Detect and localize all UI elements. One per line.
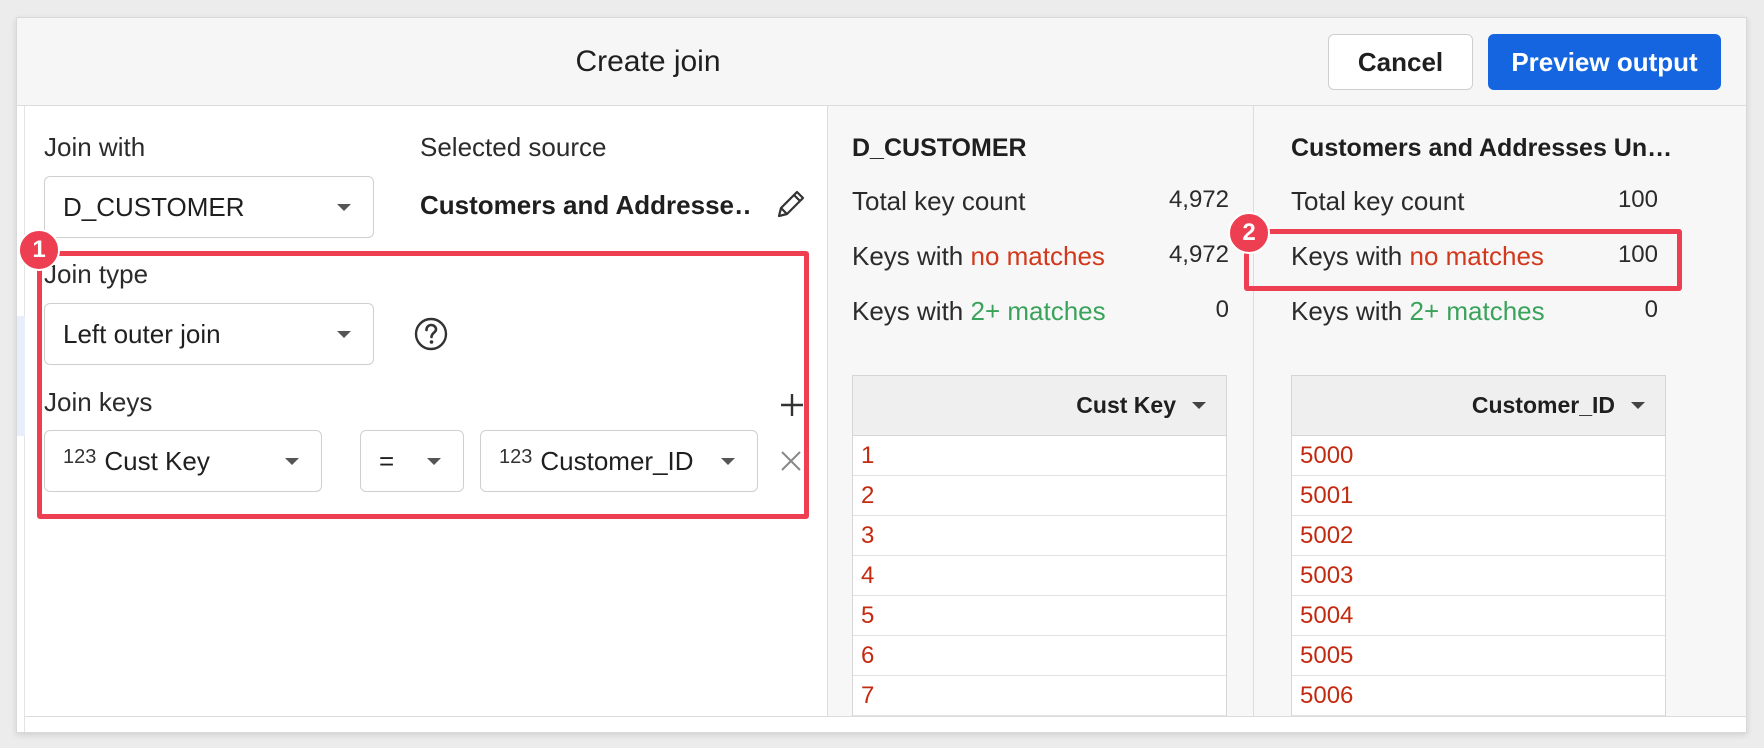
- annotation-badge-1: 1: [18, 229, 60, 271]
- table-row: 1: [853, 436, 1226, 476]
- cancel-button[interactable]: Cancel: [1328, 34, 1473, 90]
- table-row: 7: [853, 676, 1226, 716]
- total-key-count-label: Total key count: [1291, 186, 1465, 216]
- source-stats-panel: D_CUSTOMER Total key count 4,972 Keys wi…: [828, 106, 1254, 720]
- table-row: 5006: [1292, 676, 1665, 716]
- table-row: 6: [853, 636, 1226, 676]
- multi-matches-highlight: 2+ matches: [970, 296, 1106, 326]
- preview-output-button[interactable]: Preview output: [1488, 34, 1721, 90]
- no-matches-highlight: no matches: [970, 241, 1105, 271]
- target-stats-panel: Customers and Addresses Un… Total key co…: [1254, 106, 1746, 720]
- column-header: Customer_ID: [1471, 392, 1615, 418]
- no-matches-value: 4,972: [1168, 241, 1229, 268]
- table-row: 3: [853, 516, 1226, 556]
- bottom-bar: [25, 716, 1746, 732]
- highlight-no-matches: [1244, 229, 1682, 291]
- table-row: 5: [853, 596, 1226, 636]
- source-keys-table: Cust Key 1 2 3 4 5 6 7 8: [852, 375, 1227, 720]
- total-key-count-label: Total key count: [852, 186, 1026, 216]
- pencil-icon[interactable]: [773, 186, 809, 222]
- selected-source-label: Selected source: [420, 132, 607, 162]
- selected-source-value: Customers and Addresse…: [420, 190, 750, 220]
- column-header: Cust Key: [1076, 392, 1176, 418]
- multi-matches-label: Keys with 2+ matches: [852, 296, 1106, 327]
- table-row: 2: [853, 476, 1226, 516]
- target-keys-table: Customer_ID 5000 5001 5002 5003 5004 500…: [1291, 375, 1666, 720]
- target-title: Customers and Addresses Un…: [1291, 134, 1673, 162]
- highlight-join-settings: [37, 251, 809, 519]
- total-key-count-value: 4,972: [1168, 186, 1229, 213]
- no-matches-label: Keys with no matches: [852, 241, 1105, 272]
- chevron-down-icon: [1192, 402, 1206, 409]
- join-with-select[interactable]: D_CUSTOMER: [44, 176, 374, 238]
- table-row: 5002: [1292, 516, 1665, 556]
- join-with-value: D_CUSTOMER: [63, 191, 245, 222]
- dialog-title: Create join: [575, 45, 721, 78]
- no-matches-prefix: Keys with: [852, 241, 971, 271]
- table-row: 5003: [1292, 556, 1665, 596]
- multi-matches-label: Keys with 2+ matches: [1291, 296, 1545, 327]
- table-row: 5005: [1292, 636, 1665, 676]
- table-header-customer-id[interactable]: Customer_ID: [1292, 376, 1665, 436]
- multi-matches-highlight: 2+ matches: [1409, 296, 1545, 326]
- total-key-count-value: 100: [1617, 186, 1658, 213]
- multi-matches-prefix: Keys with: [852, 296, 971, 326]
- left-strip: [17, 106, 25, 732]
- multi-matches-value: 0: [1644, 296, 1658, 323]
- table-row: 5000: [1292, 436, 1665, 476]
- source-title: D_CUSTOMER: [852, 134, 1027, 162]
- dialog-header: Create join Cancel Preview output: [17, 18, 1746, 106]
- join-with-label: Join with: [44, 132, 146, 162]
- chevron-down-icon: [1631, 402, 1645, 409]
- chevron-down-icon: [337, 204, 351, 211]
- multi-matches-value: 0: [1215, 296, 1229, 323]
- table-header-cust-key[interactable]: Cust Key: [853, 376, 1226, 436]
- table-row: 4: [853, 556, 1226, 596]
- annotation-badge-2: 2: [1228, 212, 1270, 254]
- table-row: 5004: [1292, 596, 1665, 636]
- table-row: 5001: [1292, 476, 1665, 516]
- left-strip-accent: [17, 316, 25, 436]
- multi-matches-prefix: Keys with: [1291, 296, 1410, 326]
